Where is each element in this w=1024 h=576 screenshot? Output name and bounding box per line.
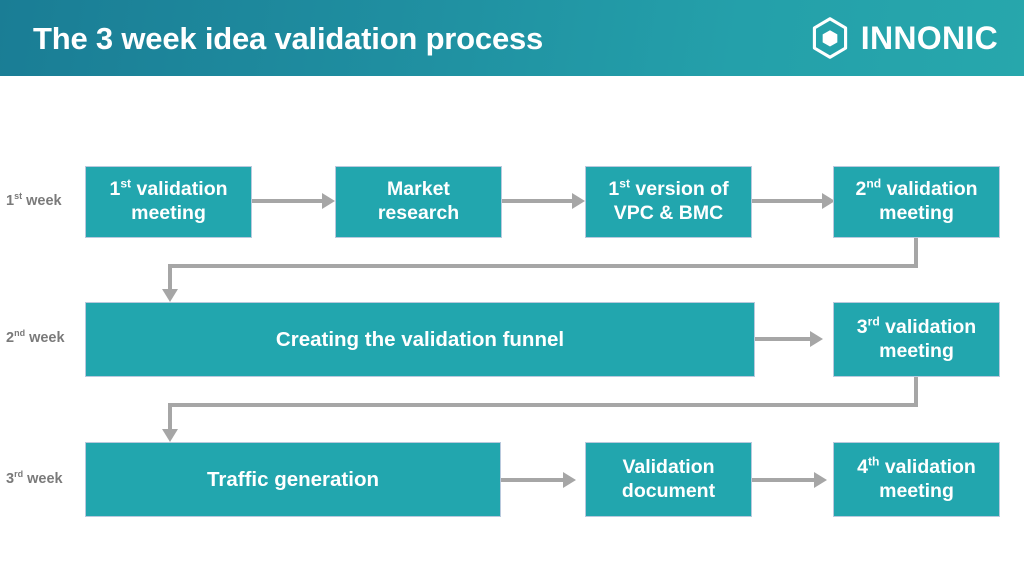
box-label: 4th validation meeting xyxy=(857,454,976,502)
box-2nd-validation-meeting[interactable]: 2nd validation meeting xyxy=(833,166,1000,238)
slide-canvas: The 3 week idea validation process INNON… xyxy=(0,0,1024,576)
box-label: Market research xyxy=(377,178,460,224)
connector-4-vertical-down xyxy=(914,237,918,266)
box-label: 1st validation meeting xyxy=(109,176,228,224)
connector-3-line xyxy=(752,199,826,203)
box-label: Creating the validation funnel xyxy=(275,328,565,351)
connector-7-arrowhead xyxy=(563,472,576,488)
connector-6-vertical-down xyxy=(914,376,918,405)
box-first-version-vpc-bmc[interactable]: 1st version of VPC & BMC xyxy=(585,166,752,238)
box-label: 2nd validation meeting xyxy=(855,176,978,224)
hexagon-logo-icon xyxy=(812,17,847,59)
connector-6-horizontal xyxy=(168,403,918,407)
box-label: 3rd validation meeting xyxy=(856,314,977,362)
week-label-2: 2nd week xyxy=(6,328,65,346)
connector-1-arrowhead xyxy=(322,193,335,209)
connector-2-arrowhead xyxy=(572,193,585,209)
connector-8-arrowhead xyxy=(814,472,827,488)
connector-2-line xyxy=(502,199,576,203)
box-label: 1st version of VPC & BMC xyxy=(608,176,729,224)
brand-logo-text: INNONIC xyxy=(860,20,998,56)
box-4th-validation-meeting[interactable]: 4th validation meeting xyxy=(833,442,1000,517)
slide-header: The 3 week idea validation process INNON… xyxy=(0,0,1024,76)
box-1st-validation-meeting[interactable]: 1st validation meeting xyxy=(85,166,252,238)
box-traffic-generation[interactable]: Traffic generation xyxy=(85,442,501,517)
box-creating-validation-funnel[interactable]: Creating the validation funnel xyxy=(85,302,755,377)
connector-4-vertical-into-box xyxy=(168,264,172,291)
box-label: Validation document xyxy=(621,455,716,502)
week-label-3: 3rd week xyxy=(6,469,63,487)
page-title: The 3 week idea validation process xyxy=(33,21,544,56)
week-label-1: 1st week xyxy=(6,191,62,209)
box-label: Traffic generation xyxy=(206,468,379,491)
connector-4-horizontal xyxy=(168,264,918,268)
connector-6-arrowhead xyxy=(162,429,178,442)
connector-1-line xyxy=(252,199,326,203)
connector-4-arrowhead xyxy=(162,289,178,302)
connector-7-line xyxy=(501,478,566,482)
connector-8-line xyxy=(752,478,817,482)
connector-5-line xyxy=(755,337,813,341)
box-market-research[interactable]: Market research xyxy=(335,166,502,238)
connector-5-arrowhead xyxy=(810,331,823,347)
connector-6-vertical-into-box xyxy=(168,403,172,431)
brand-logo: INNONIC xyxy=(808,16,998,60)
box-3rd-validation-meeting[interactable]: 3rd validation meeting xyxy=(833,302,1000,377)
box-validation-document[interactable]: Validation document xyxy=(585,442,752,517)
